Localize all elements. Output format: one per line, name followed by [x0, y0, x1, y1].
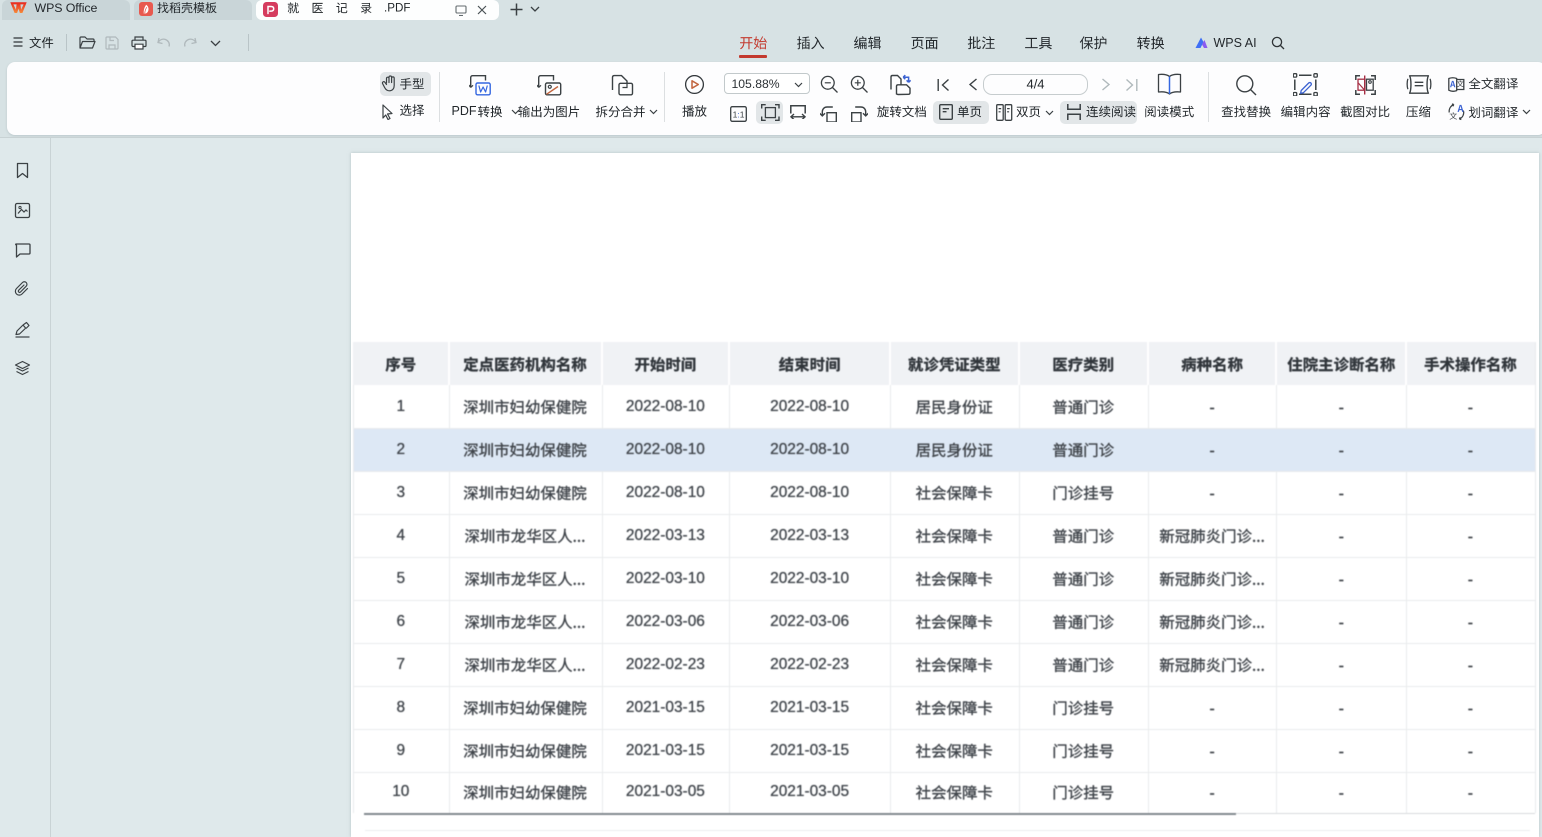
svg-text:1:1: 1:1	[733, 110, 745, 120]
